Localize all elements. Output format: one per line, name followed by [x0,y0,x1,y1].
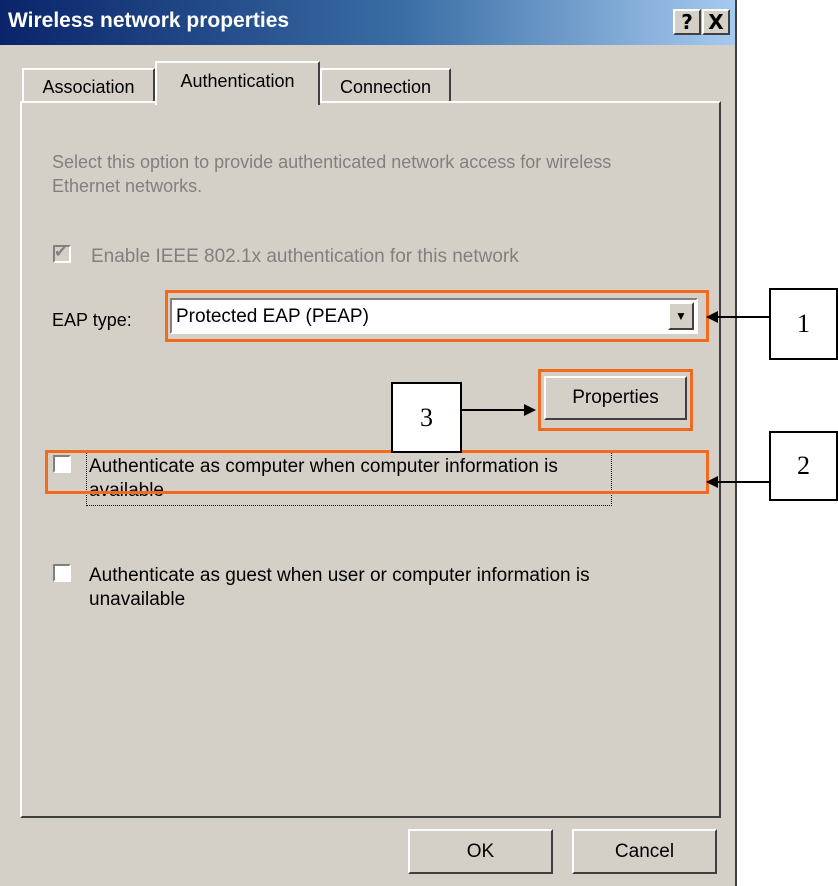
auth-as-guest-label[interactable]: Authenticate as guest when user or compu… [89,564,689,612]
callout-2: 2 [769,431,838,501]
ok-button[interactable]: OK [408,829,553,874]
eap-type-label: EAP type: [52,310,132,330]
tab-connection[interactable]: Connection [320,68,451,102]
highlight-properties [538,369,693,431]
highlight-eap-type [165,290,709,342]
checkmark-icon: ✔ [54,242,68,261]
highlight-auth-as-computer [45,450,709,494]
authentication-description: Select this option to provide authentica… [52,152,612,196]
callout-3: 3 [391,382,462,453]
auth-as-guest-row: Authenticate as guest when user or compu… [53,564,689,612]
arrow-left-icon [706,476,718,488]
tab-association[interactable]: Association [22,68,155,102]
auth-as-guest-checkbox[interactable] [53,564,71,582]
cancel-button[interactable]: Cancel [572,829,717,874]
enable-ieee-row: ✔ Enable IEEE 802.1x authentication for … [53,242,519,269]
arrow-1-line [716,316,769,318]
callout-1: 1 [769,288,838,360]
arrow-right-icon [524,404,536,416]
window-title: Wireless network properties [8,9,290,32]
enable-ieee-label: Enable IEEE 802.1x authentication for th… [91,246,519,267]
arrow-2-line [716,481,769,483]
help-button[interactable]: ? [673,9,701,35]
close-button[interactable]: X [702,9,730,35]
tab-authentication[interactable]: Authentication [155,61,320,105]
arrow-3-line [462,409,526,411]
enable-ieee-checkbox[interactable]: ✔ [53,242,71,263]
title-bar[interactable]: Wireless network properties ? X [0,0,735,45]
dialog-window: Wireless network properties ? X Associat… [0,0,737,886]
arrow-left-icon [706,311,718,323]
